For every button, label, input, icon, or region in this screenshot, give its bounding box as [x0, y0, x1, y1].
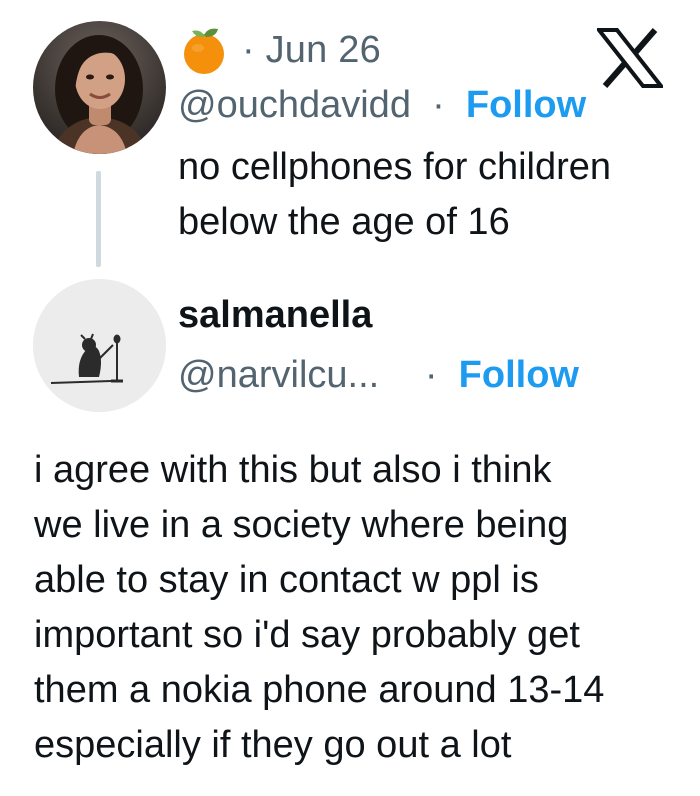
avatar-ouchdavidd[interactable] — [33, 21, 166, 154]
reply-text-line: them a nokia phone around 13-14 — [34, 669, 605, 711]
rat-sketch-image — [33, 279, 166, 412]
reply-display-name[interactable]: salmanella — [178, 294, 372, 337]
reply-author-handle[interactable]: @narvilcu... — [178, 354, 379, 396]
author-handle[interactable]: @ouchdavidd — [178, 84, 411, 126]
follow-button[interactable]: Follow — [459, 354, 579, 396]
reply-text-line: i agree with this but also i think — [34, 449, 552, 491]
separator-dot: · — [414, 354, 449, 396]
tangerine-emoji-icon — [178, 25, 230, 75]
post-meta-row: · Jun 26 — [178, 22, 381, 78]
reply-text-line: especially if they go out a lot — [34, 724, 512, 766]
post-date[interactable]: · Jun 26 — [242, 29, 381, 72]
post-author-row: @ouchdavidd · Follow — [178, 84, 586, 127]
reply-text-line: important so i'd say probably get — [34, 614, 580, 656]
separator-dot: · — [421, 84, 456, 126]
thread-connector-line — [96, 171, 101, 267]
reply-text: i agree with this but also i think we li… — [34, 443, 684, 773]
profile-photo — [33, 21, 166, 154]
follow-button[interactable]: Follow — [466, 84, 586, 126]
post-text-line: no cellphones for children — [178, 146, 612, 188]
reply-author-row: @narvilcu... · Follow — [178, 354, 579, 397]
reply-text-line: we live in a society where being — [34, 504, 569, 546]
post-text: no cellphones for children below the age… — [178, 140, 678, 250]
post-text-line: below the age of 16 — [178, 201, 510, 243]
avatar-narvilcu[interactable] — [33, 279, 166, 412]
x-logo-icon[interactable] — [594, 28, 666, 88]
reply-text-line: able to stay in contact w ppl is — [34, 559, 539, 601]
